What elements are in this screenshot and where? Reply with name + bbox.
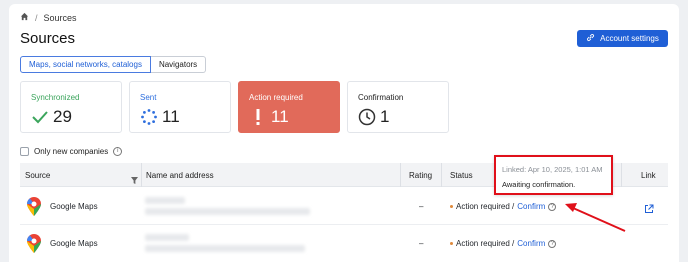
annotation-arrow <box>565 203 626 232</box>
